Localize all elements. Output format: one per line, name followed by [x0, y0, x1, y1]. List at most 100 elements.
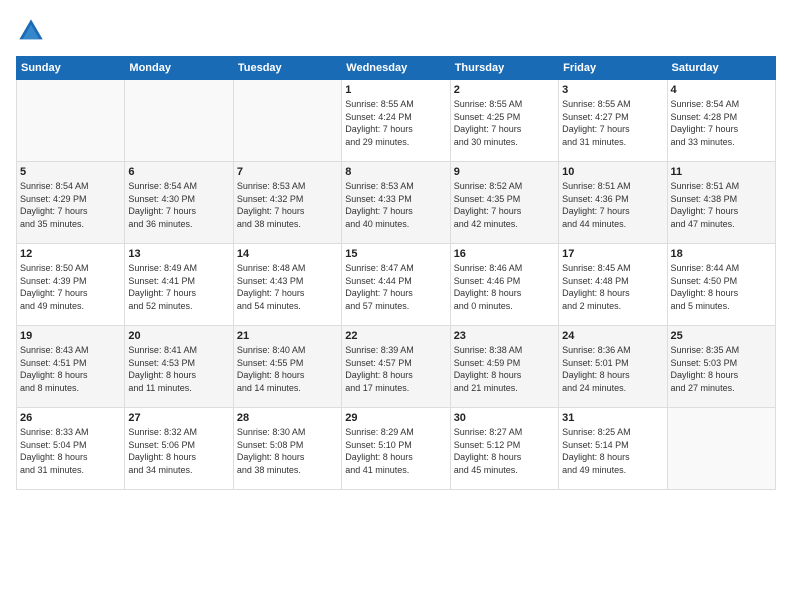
calendar-cell: 10Sunrise: 8:51 AM Sunset: 4:36 PM Dayli…: [559, 162, 667, 244]
day-number: 21: [237, 330, 338, 342]
day-number: 18: [671, 248, 772, 260]
calendar-cell: 8 Sunrise: 8:53 AM Sunset: 4:33 PM Daylig…: [342, 162, 450, 244]
day-info: Sunrise: 8:39 AM Sunset: 4:57 PM Dayligh…: [345, 344, 446, 394]
calendar-week-2: 12 Sunrise: 8:50 AM Sunset: 4:39 PM Dayli…: [17, 244, 776, 326]
calendar-cell: 6 Sunrise: 8:54 AM Sunset: 4:30 PM Daylig…: [125, 162, 233, 244]
calendar-cell: 14 Sunrise: 8:48 AM Sunset: 4:43 PM Dayli…: [233, 244, 341, 326]
calendar-cell: 11 Sunrise: 8:51 AM Sunset: 4:38 PM Dayli…: [667, 162, 775, 244]
weekday-header-saturday: Saturday: [667, 57, 775, 80]
calendar-cell: 17 Sunrise: 8:45 AM Sunset: 4:48 PM Dayli…: [559, 244, 667, 326]
calendar-cell: 31 Sunrise: 8:25 AM Sunset: 5:14 PM Dayli…: [559, 408, 667, 490]
day-info: Sunrise: 8:48 AM Sunset: 4:43 PM Dayligh…: [237, 262, 338, 312]
weekday-header-tuesday: Tuesday: [233, 57, 341, 80]
day-number: 30: [454, 412, 555, 424]
calendar-week-1: 5 Sunrise: 8:54 AM Sunset: 4:29 PM Daylig…: [17, 162, 776, 244]
day-info: Sunrise: 8:53 AM Sunset: 4:32 PM Dayligh…: [237, 180, 338, 230]
calendar-cell: 9 Sunrise: 8:52 AM Sunset: 4:35 PM Daylig…: [450, 162, 558, 244]
day-info: Sunrise: 8:38 AM Sunset: 4:59 PM Dayligh…: [454, 344, 555, 394]
day-number: 2: [454, 84, 555, 96]
weekday-header-sunday: Sunday: [17, 57, 125, 80]
weekday-header-wednesday: Wednesday: [342, 57, 450, 80]
calendar-cell: [233, 80, 341, 162]
day-info: Sunrise: 8:55 AM Sunset: 4:27 PM Dayligh…: [562, 98, 663, 148]
day-number: 17: [562, 248, 663, 260]
day-info: Sunrise: 8:55 AM Sunset: 4:24 PM Dayligh…: [345, 98, 446, 148]
calendar-cell: 20Sunrise: 8:41 AM Sunset: 4:53 PM Dayli…: [125, 326, 233, 408]
day-info: Sunrise: 8:29 AM Sunset: 5:10 PM Dayligh…: [345, 426, 446, 476]
calendar-cell: 3 Sunrise: 8:55 AM Sunset: 4:27 PM Daylig…: [559, 80, 667, 162]
day-info: Sunrise: 8:49 AM Sunset: 4:41 PM Dayligh…: [128, 262, 229, 312]
day-info: Sunrise: 8:32 AM Sunset: 5:06 PM Dayligh…: [128, 426, 229, 476]
day-info: Sunrise: 8:44 AM Sunset: 4:50 PM Dayligh…: [671, 262, 772, 312]
day-number: 16: [454, 248, 555, 260]
day-info: Sunrise: 8:52 AM Sunset: 4:35 PM Dayligh…: [454, 180, 555, 230]
calendar-week-4: 26 Sunrise: 8:33 AM Sunset: 5:04 PM Dayli…: [17, 408, 776, 490]
day-number: 26: [20, 412, 121, 424]
calendar-cell: [667, 408, 775, 490]
day-info: Sunrise: 8:51 AM Sunset: 4:38 PM Dayligh…: [671, 180, 772, 230]
day-info: Sunrise: 8:54 AM Sunset: 4:29 PM Dayligh…: [20, 180, 121, 230]
day-number: 7: [237, 166, 338, 178]
day-number: 13: [128, 248, 229, 260]
day-number: 3: [562, 84, 663, 96]
day-info: Sunrise: 8:46 AM Sunset: 4:46 PM Dayligh…: [454, 262, 555, 312]
calendar-cell: 21Sunrise: 8:40 AM Sunset: 4:55 PM Dayli…: [233, 326, 341, 408]
calendar-cell: 23 Sunrise: 8:38 AM Sunset: 4:59 PM Dayli…: [450, 326, 558, 408]
day-number: 11: [671, 166, 772, 178]
day-info: Sunrise: 8:27 AM Sunset: 5:12 PM Dayligh…: [454, 426, 555, 476]
day-info: Sunrise: 8:54 AM Sunset: 4:28 PM Dayligh…: [671, 98, 772, 148]
calendar-cell: 29 Sunrise: 8:29 AM Sunset: 5:10 PM Dayli…: [342, 408, 450, 490]
header: [16, 16, 776, 46]
calendar-body: 1 Sunrise: 8:55 AM Sunset: 4:24 PM Daylig…: [17, 80, 776, 490]
calendar-cell: 19 Sunrise: 8:43 AM Sunset: 4:51 PM Dayli…: [17, 326, 125, 408]
calendar-cell: [125, 80, 233, 162]
header-row: SundayMondayTuesdayWednesdayThursdayFrid…: [17, 57, 776, 80]
logo: [16, 16, 50, 46]
day-number: 23: [454, 330, 555, 342]
calendar-cell: 16 Sunrise: 8:46 AM Sunset: 4:46 PM Dayli…: [450, 244, 558, 326]
day-number: 1: [345, 84, 446, 96]
calendar-cell: 2 Sunrise: 8:55 AM Sunset: 4:25 PM Daylig…: [450, 80, 558, 162]
calendar-cell: 25 Sunrise: 8:35 AM Sunset: 5:03 PM Dayli…: [667, 326, 775, 408]
weekday-header-thursday: Thursday: [450, 57, 558, 80]
calendar-cell: 15Sunrise: 8:47 AM Sunset: 4:44 PM Dayli…: [342, 244, 450, 326]
calendar-cell: 1 Sunrise: 8:55 AM Sunset: 4:24 PM Daylig…: [342, 80, 450, 162]
calendar-cell: 12 Sunrise: 8:50 AM Sunset: 4:39 PM Dayli…: [17, 244, 125, 326]
day-number: 29: [345, 412, 446, 424]
day-number: 9: [454, 166, 555, 178]
calendar-week-3: 19 Sunrise: 8:43 AM Sunset: 4:51 PM Dayli…: [17, 326, 776, 408]
day-number: 4: [671, 84, 772, 96]
day-number: 10: [562, 166, 663, 178]
day-number: 14: [237, 248, 338, 260]
day-info: Sunrise: 8:55 AM Sunset: 4:25 PM Dayligh…: [454, 98, 555, 148]
calendar-cell: 13 Sunrise: 8:49 AM Sunset: 4:41 PM Dayli…: [125, 244, 233, 326]
day-number: 12: [20, 248, 121, 260]
calendar-cell: 4 Sunrise: 8:54 AM Sunset: 4:28 PM Daylig…: [667, 80, 775, 162]
day-number: 24: [562, 330, 663, 342]
calendar-cell: 24 Sunrise: 8:36 AM Sunset: 5:01 PM Dayli…: [559, 326, 667, 408]
day-info: Sunrise: 8:54 AM Sunset: 4:30 PM Dayligh…: [128, 180, 229, 230]
day-number: 25: [671, 330, 772, 342]
day-number: 31: [562, 412, 663, 424]
calendar-cell: 18 Sunrise: 8:44 AM Sunset: 4:50 PM Dayli…: [667, 244, 775, 326]
day-number: 8: [345, 166, 446, 178]
day-info: Sunrise: 8:43 AM Sunset: 4:51 PM Dayligh…: [20, 344, 121, 394]
calendar-cell: 27 Sunrise: 8:32 AM Sunset: 5:06 PM Dayli…: [125, 408, 233, 490]
day-info: Sunrise: 8:53 AM Sunset: 4:33 PM Dayligh…: [345, 180, 446, 230]
day-number: 5: [20, 166, 121, 178]
logo-icon: [16, 16, 46, 46]
day-number: 28: [237, 412, 338, 424]
day-info: Sunrise: 8:36 AM Sunset: 5:01 PM Dayligh…: [562, 344, 663, 394]
calendar-cell: 7 Sunrise: 8:53 AM Sunset: 4:32 PM Daylig…: [233, 162, 341, 244]
day-number: 15: [345, 248, 446, 260]
day-info: Sunrise: 8:45 AM Sunset: 4:48 PM Dayligh…: [562, 262, 663, 312]
calendar-header: SundayMondayTuesdayWednesdayThursdayFrid…: [17, 57, 776, 80]
day-info: Sunrise: 8:25 AM Sunset: 5:14 PM Dayligh…: [562, 426, 663, 476]
day-number: 27: [128, 412, 229, 424]
day-info: Sunrise: 8:33 AM Sunset: 5:04 PM Dayligh…: [20, 426, 121, 476]
day-info: Sunrise: 8:50 AM Sunset: 4:39 PM Dayligh…: [20, 262, 121, 312]
calendar-cell: 26 Sunrise: 8:33 AM Sunset: 5:04 PM Dayli…: [17, 408, 125, 490]
day-info: Sunrise: 8:35 AM Sunset: 5:03 PM Dayligh…: [671, 344, 772, 394]
day-number: 19: [20, 330, 121, 342]
day-number: 6: [128, 166, 229, 178]
